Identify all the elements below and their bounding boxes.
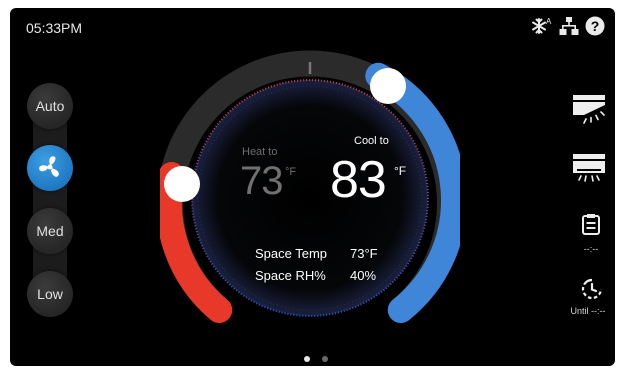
auto-snowflake-icon[interactable]: A: [531, 16, 553, 36]
fan-low-button[interactable]: Low: [27, 271, 73, 317]
setpoint-dial[interactable]: [160, 48, 460, 348]
help-icon[interactable]: ?: [585, 16, 605, 36]
network-icon[interactable]: [559, 16, 579, 36]
svg-text:A: A: [546, 17, 552, 26]
schedule-time-text: --:--: [583, 244, 599, 254]
fan-med-label: Med: [36, 223, 64, 239]
fan-on-button[interactable]: [27, 145, 73, 191]
space-temp-label: Space Temp: [255, 246, 328, 261]
clock: 05:33PM: [26, 20, 83, 36]
heat-unit: °F: [285, 166, 297, 178]
fan-auto-label: Auto: [35, 98, 65, 114]
cool-unit: °F: [394, 164, 407, 178]
cool-to-label: Cool to: [354, 135, 389, 147]
heat-setpoint-value: 73: [240, 159, 283, 203]
status-icons: A ?: [531, 16, 605, 36]
page-dot[interactable]: [322, 356, 328, 362]
fan-auto-button[interactable]: Auto: [27, 83, 73, 129]
timer-icon[interactable]: [580, 277, 604, 305]
timer-until-text: Until --:--: [570, 306, 606, 316]
space-temp-value: 73°F: [350, 246, 378, 261]
page-dot-active[interactable]: [304, 356, 310, 362]
cool-setpoint-value: 83: [330, 151, 387, 209]
louver-down-icon[interactable]: [572, 153, 606, 189]
heat-setpoint-knob[interactable]: [164, 166, 200, 202]
louver-up-icon[interactable]: [572, 94, 606, 128]
space-rh-label: Space RH%: [255, 268, 326, 283]
thermostat-screen: 05:33PM A ? Auto Med Low Heat to 73 °F C…: [10, 8, 615, 366]
cool-setpoint-knob[interactable]: [370, 68, 406, 104]
fan-speed-selector: Auto Med Low: [27, 83, 73, 323]
fan-low-label: Low: [37, 286, 63, 302]
schedule-icon[interactable]: [581, 213, 601, 239]
svg-text:?: ?: [591, 18, 600, 34]
fan-med-button[interactable]: Med: [27, 208, 73, 254]
heat-to-label: Heat to: [242, 146, 278, 158]
space-rh-value: 40%: [350, 268, 377, 283]
fan-icon: [35, 152, 65, 185]
